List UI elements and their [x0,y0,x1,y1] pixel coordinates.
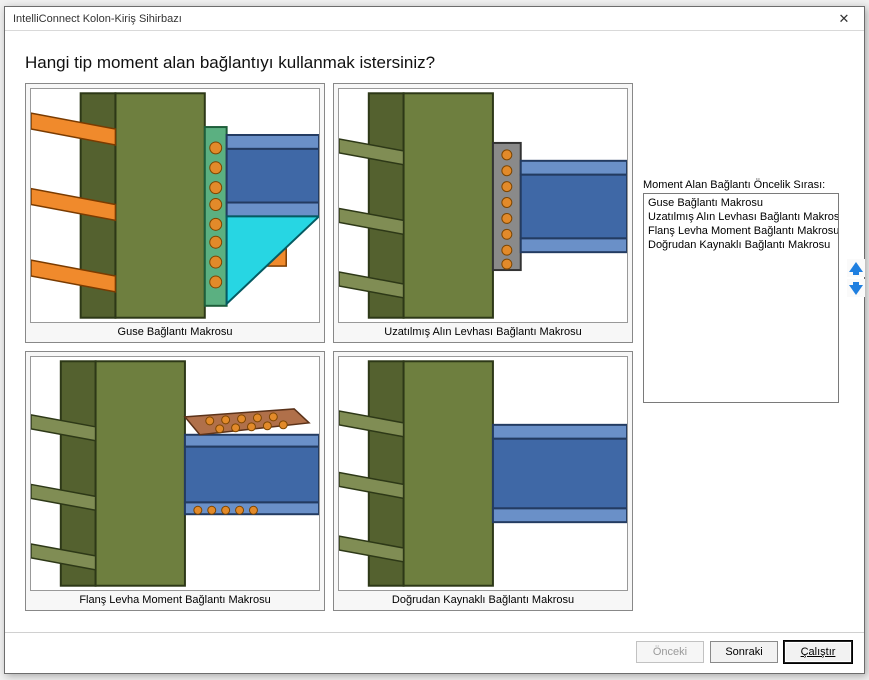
close-icon: ✕ [839,11,850,27]
main-row: Guse Bağlantı Makrosu [25,83,844,624]
option-guse-label: Guse Bağlantı Makrosu [30,323,320,338]
option-end-plate[interactable]: Uzatılmış Alın Levhası Bağlantı Makrosu [333,83,633,343]
list-item[interactable]: Guse Bağlantı Makrosu [648,196,834,210]
run-button[interactable]: Çalıştır [784,641,852,663]
reorder-buttons [847,259,865,297]
window-title: IntelliConnect Kolon-Kiriş Sihirbazı [13,13,828,25]
arrow-down-icon [849,282,863,295]
option-end-plate-thumb [338,88,628,323]
option-flange-plate[interactable]: Flanş Levha Moment Bağlantı Makrosu [25,351,325,611]
end-plate-connection-icon [339,89,627,322]
close-button[interactable]: ✕ [828,9,860,29]
arrow-up-icon [849,262,863,275]
priority-listbox[interactable]: Guse Bağlantı Makrosu Uzatılmış Alın Lev… [643,193,839,403]
move-down-button[interactable] [847,279,865,297]
button-bar: Önceki Sonraki Çalıştır [5,632,864,673]
option-end-plate-label: Uzatılmış Alın Levhası Bağlantı Makrosu [338,323,628,338]
priority-panel: Moment Alan Bağlantı Öncelik Sırası: Gus… [643,83,844,624]
option-direct-weld[interactable]: Doğrudan Kaynaklı Bağlantı Makrosu [333,351,633,611]
titlebar: IntelliConnect Kolon-Kiriş Sihirbazı ✕ [5,7,864,31]
list-item[interactable]: Flanş Levha Moment Bağlantı Makrosu [648,224,834,238]
option-direct-weld-thumb [338,356,628,591]
list-item[interactable]: Doğrudan Kaynaklı Bağlantı Makrosu [648,238,834,252]
options-grid: Guse Bağlantı Makrosu [25,83,633,624]
option-guse[interactable]: Guse Bağlantı Makrosu [25,83,325,343]
flange-plate-connection-icon [31,357,319,590]
next-button[interactable]: Sonraki [710,641,778,663]
content-area: Hangi tip moment alan bağlantıyı kullanm… [5,31,864,632]
option-direct-weld-label: Doğrudan Kaynaklı Bağlantı Makrosu [338,591,628,606]
prev-button[interactable]: Önceki [636,641,704,663]
direct-weld-connection-icon [339,357,627,590]
list-item[interactable]: Uzatılmış Alın Levhası Bağlantı Makrosu [648,210,834,224]
gusset-connection-icon [31,89,319,322]
question-text: Hangi tip moment alan bağlantıyı kullanm… [25,53,844,73]
wizard-window: IntelliConnect Kolon-Kiriş Sihirbazı ✕ H… [4,6,865,674]
option-flange-plate-thumb [30,356,320,591]
move-up-button[interactable] [847,259,865,277]
option-flange-plate-label: Flanş Levha Moment Bağlantı Makrosu [30,591,320,606]
priority-legend: Moment Alan Bağlantı Öncelik Sırası: [643,179,844,191]
option-guse-thumb [30,88,320,323]
